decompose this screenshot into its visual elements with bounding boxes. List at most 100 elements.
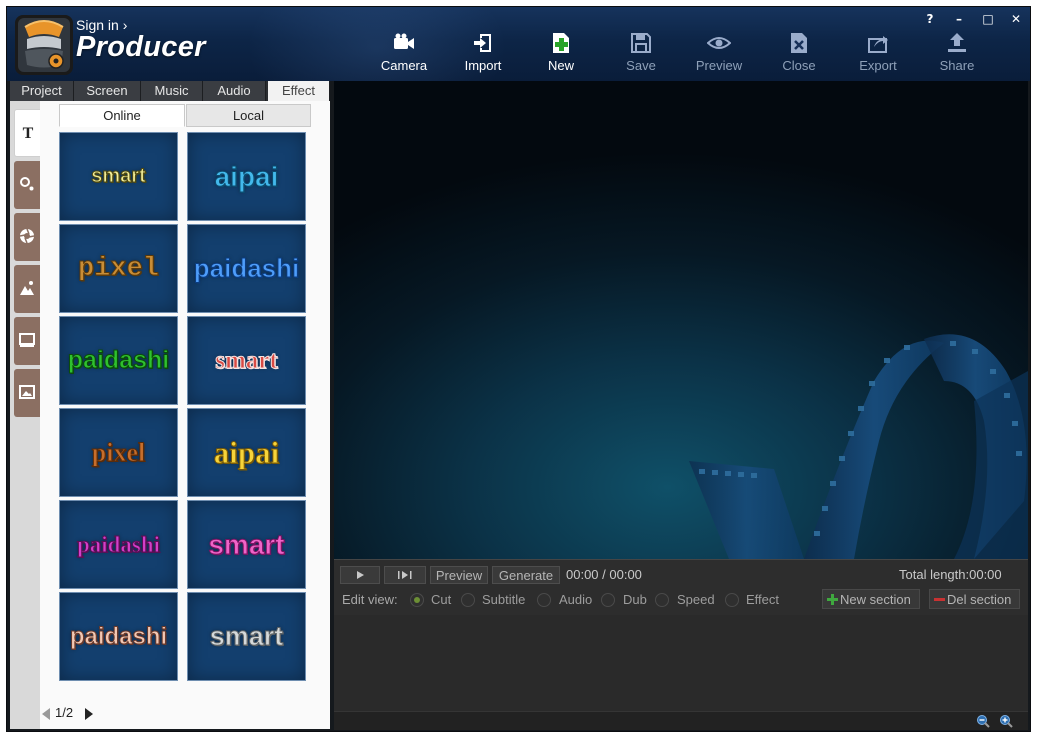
new-icon — [525, 31, 597, 55]
new-section-label: New section — [840, 592, 911, 607]
app-window: Sign in › Producer Camera Import New Sav… — [6, 6, 1031, 732]
time-readout: 00:00 / 00:00 — [566, 567, 642, 582]
radio-dub[interactable] — [601, 593, 615, 607]
effect-tile[interactable]: pixel — [59, 224, 178, 313]
option-dub[interactable]: Dub — [623, 592, 647, 607]
zoom-in-icon[interactable] — [999, 714, 1013, 728]
effect-tile[interactable]: aipai — [187, 408, 306, 497]
close-window-button[interactable]: ✕ — [1005, 10, 1027, 28]
effect-tile[interactable]: smart — [187, 592, 306, 681]
import-icon — [447, 31, 519, 55]
option-audio[interactable]: Audio — [559, 592, 592, 607]
radio-cut[interactable] — [410, 593, 424, 607]
effect-preview-text: paidashi — [76, 531, 161, 557]
export-button[interactable]: Export — [842, 31, 914, 77]
option-subtitle[interactable]: Subtitle — [482, 592, 525, 607]
export-label: Export — [859, 58, 897, 73]
plus-icon — [827, 594, 838, 605]
effect-tile[interactable]: pixel — [59, 408, 178, 497]
zoom-out-icon[interactable] — [976, 714, 990, 728]
effect-tile[interactable]: smart — [59, 132, 178, 221]
camera-button[interactable]: Camera — [368, 31, 440, 77]
radio-speed[interactable] — [655, 593, 669, 607]
eye-icon — [683, 31, 755, 55]
minimize-button[interactable]: – — [948, 10, 970, 28]
effect-preview-text: paidashi — [193, 253, 300, 284]
particle-effect-tab[interactable] — [14, 161, 40, 209]
video-preview — [334, 81, 1028, 559]
image-effect-tab[interactable] — [14, 265, 40, 313]
close-doc-icon — [763, 31, 835, 55]
effect-preview-text: smart — [208, 528, 285, 560]
edit-view-row: Edit view: Cut Subtitle Audio Dub Speed … — [342, 591, 812, 609]
transition-effect-tab[interactable] — [14, 213, 40, 261]
new-button[interactable]: New — [525, 31, 597, 77]
text-tool-icon: T — [22, 125, 34, 142]
generate-button[interactable]: Generate — [492, 566, 560, 584]
effect-tile[interactable]: paidashi — [59, 592, 178, 681]
effect-preview-text: paidashi — [69, 622, 168, 650]
option-effect[interactable]: Effect — [746, 592, 779, 607]
picture-effect-tab[interactable] — [14, 369, 40, 417]
effect-preview-text: paidashi — [67, 346, 170, 375]
share-button[interactable]: Share — [921, 31, 993, 77]
track-area[interactable] — [334, 615, 1028, 712]
option-cut[interactable]: Cut — [431, 592, 451, 607]
text-effect-tab[interactable]: T — [14, 109, 40, 157]
screen-tool-icon — [19, 333, 35, 347]
radio-audio[interactable] — [537, 593, 551, 607]
import-button[interactable]: Import — [447, 31, 519, 77]
tab-local[interactable]: Local — [186, 104, 311, 127]
tab-screen[interactable]: Screen — [74, 81, 141, 101]
radio-effect[interactable] — [725, 593, 739, 607]
effect-tile[interactable]: paidashi — [187, 224, 306, 313]
camera-label: Camera — [380, 58, 428, 73]
close-label: Close — [782, 58, 816, 73]
title-bar: Sign in › Producer Camera Import New Sav… — [7, 7, 1030, 81]
del-section-button[interactable]: Del section — [929, 589, 1020, 609]
minus-icon — [934, 598, 945, 601]
effect-tile[interactable]: aipai — [187, 132, 306, 221]
step-button[interactable] — [384, 566, 426, 584]
new-section-button[interactable]: New section — [822, 589, 920, 609]
tab-effect[interactable]: Effect — [268, 81, 330, 101]
save-button[interactable]: Save — [605, 31, 677, 77]
page-indicator: 1/2 — [55, 705, 74, 720]
app-logo-icon — [15, 15, 73, 75]
timeline-preview-button[interactable]: Preview — [430, 566, 488, 584]
effect-tile[interactable]: smart — [187, 500, 306, 589]
step-frame-icon — [398, 571, 412, 579]
share-icon — [921, 31, 993, 55]
effect-preview-text: smart — [209, 621, 284, 652]
next-page-icon[interactable] — [85, 708, 93, 720]
effect-category-rail: T — [10, 101, 40, 729]
import-label: Import — [464, 58, 502, 73]
option-speed[interactable]: Speed — [677, 592, 715, 607]
tab-audio[interactable]: Audio — [203, 81, 266, 101]
library-panel: Project Screen Music Audio Effect T Onli… — [10, 81, 330, 729]
del-section-label: Del section — [947, 592, 1012, 607]
shutter-tool-icon — [19, 228, 35, 244]
app-title: Producer — [76, 31, 206, 63]
screen-effect-tab[interactable] — [14, 317, 40, 365]
timeline-footer — [334, 711, 1028, 730]
effect-preview-text: smart — [91, 165, 146, 188]
close-button[interactable]: Close — [763, 31, 835, 77]
tab-music[interactable]: Music — [141, 81, 203, 101]
effect-tile[interactable]: smart — [187, 316, 306, 405]
play-button[interactable] — [340, 566, 380, 584]
maximize-button[interactable]: □ — [977, 10, 999, 28]
save-icon — [605, 31, 677, 55]
prev-page-icon[interactable] — [42, 708, 50, 720]
help-button[interactable]: ? — [919, 10, 941, 28]
radio-subtitle[interactable] — [461, 593, 475, 607]
effect-preview-text: smart — [215, 346, 278, 374]
preview-button[interactable]: Preview — [683, 31, 755, 77]
effect-browser: Online Local smart aipai pixel paidashi paid… — [40, 101, 330, 729]
tab-project[interactable]: Project — [10, 81, 74, 101]
tab-online[interactable]: Online — [59, 104, 185, 127]
effect-preview-text: aipai — [213, 434, 280, 470]
effect-preview-text: pixel — [77, 253, 159, 284]
effect-tile[interactable]: paidashi — [59, 316, 178, 405]
effect-tile[interactable]: paidashi — [59, 500, 178, 589]
